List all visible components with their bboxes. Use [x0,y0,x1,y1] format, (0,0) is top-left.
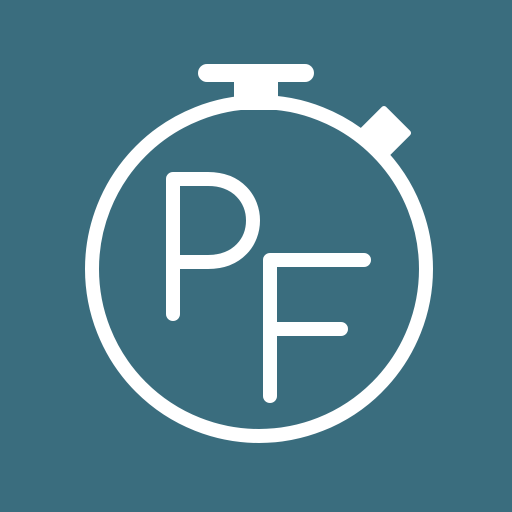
stopwatch-icon [0,0,512,512]
app-icon[interactable] [0,0,512,512]
